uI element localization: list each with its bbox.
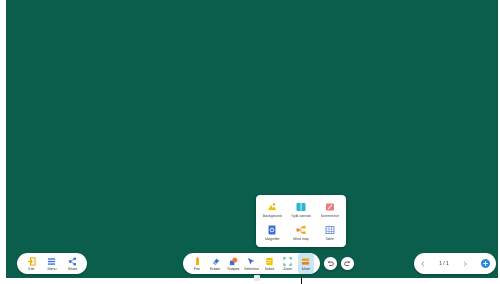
more-tools-popup: Background Split canvas Screenshot Magni… bbox=[256, 195, 346, 247]
background-label: Background bbox=[262, 213, 282, 218]
notes-label: Notes bbox=[264, 266, 275, 271]
redo-icon bbox=[344, 260, 351, 267]
pen-icon bbox=[195, 256, 199, 265]
exit-button[interactable]: Exit bbox=[23, 253, 39, 274]
table-label: Table bbox=[325, 236, 334, 241]
menu-button[interactable]: Menu bbox=[44, 253, 60, 274]
menu-icon bbox=[48, 257, 56, 265]
menu-label: Menu bbox=[47, 266, 57, 271]
share-label: Share bbox=[67, 266, 78, 271]
exit-icon bbox=[27, 256, 36, 266]
background-icon bbox=[268, 202, 277, 210]
share-button[interactable]: Share bbox=[65, 253, 81, 274]
expand-handle[interactable] bbox=[254, 275, 260, 281]
main-toolbar: Pen Eraser Shapes Selection Notes Zoom M… bbox=[183, 253, 320, 274]
eraser-button[interactable]: Eraser bbox=[207, 253, 223, 274]
split-canvas-icon bbox=[296, 202, 306, 211]
mind-map-button[interactable]: Mind map bbox=[287, 221, 316, 244]
mind-map-icon bbox=[296, 225, 306, 234]
text-cursor bbox=[301, 276, 302, 284]
next-page-button[interactable] bbox=[462, 261, 468, 267]
left-toolbar: Exit Menu Share bbox=[17, 253, 87, 274]
shapes-icon bbox=[229, 257, 238, 265]
shapes-label: Shapes bbox=[227, 266, 240, 271]
chevron-right-icon bbox=[463, 261, 467, 266]
previous-page-button[interactable] bbox=[420, 261, 426, 267]
screenshot-label: Screenshot bbox=[320, 213, 339, 218]
selection-icon bbox=[247, 257, 255, 265]
eraser-icon bbox=[212, 258, 219, 265]
selection-button[interactable]: Selection bbox=[243, 253, 259, 274]
undo-button[interactable] bbox=[324, 257, 337, 270]
zoom-label: Zoom bbox=[283, 266, 293, 271]
whiteboard-canvas[interactable] bbox=[6, 0, 498, 278]
more-button[interactable]: More bbox=[297, 253, 314, 274]
split-canvas-button[interactable]: Split canvas bbox=[287, 198, 316, 221]
more-label: More bbox=[301, 266, 311, 271]
pen-button[interactable]: Pen bbox=[189, 253, 205, 274]
chevron-left-icon bbox=[421, 261, 425, 266]
more-icon bbox=[302, 257, 310, 265]
share-icon bbox=[69, 256, 77, 266]
split-canvas-label: Split canvas bbox=[291, 213, 311, 218]
notes-icon bbox=[266, 257, 273, 265]
screenshot-icon bbox=[325, 203, 334, 210]
magnifier-button[interactable]: Magnifier bbox=[258, 221, 287, 244]
page-indicator: 1 / 1 bbox=[439, 260, 449, 267]
redo-button[interactable] bbox=[341, 257, 354, 270]
screenshot-button[interactable]: Screenshot bbox=[315, 198, 344, 221]
table-icon bbox=[325, 225, 335, 234]
plus-icon bbox=[480, 259, 490, 268]
mind-map-label: Mind map bbox=[293, 236, 309, 241]
background-button[interactable]: Background bbox=[258, 198, 287, 221]
page-navigator: 1 / 1 bbox=[414, 253, 496, 274]
zoom-button[interactable]: Zoom bbox=[280, 253, 296, 274]
zoom-icon bbox=[283, 256, 292, 266]
notes-button[interactable]: Notes bbox=[262, 253, 278, 274]
add-page-button[interactable] bbox=[480, 259, 490, 268]
exit-label: Exit bbox=[28, 266, 35, 271]
table-button[interactable]: Table bbox=[315, 221, 344, 244]
selection-label: Selection bbox=[244, 266, 259, 271]
magnifier-label: Magnifier bbox=[264, 236, 280, 241]
magnifier-icon bbox=[268, 225, 276, 234]
shapes-button[interactable]: Shapes bbox=[225, 253, 241, 274]
undo-icon bbox=[327, 260, 334, 267]
eraser-label: Eraser bbox=[209, 266, 221, 271]
pen-label: Pen bbox=[193, 266, 201, 271]
